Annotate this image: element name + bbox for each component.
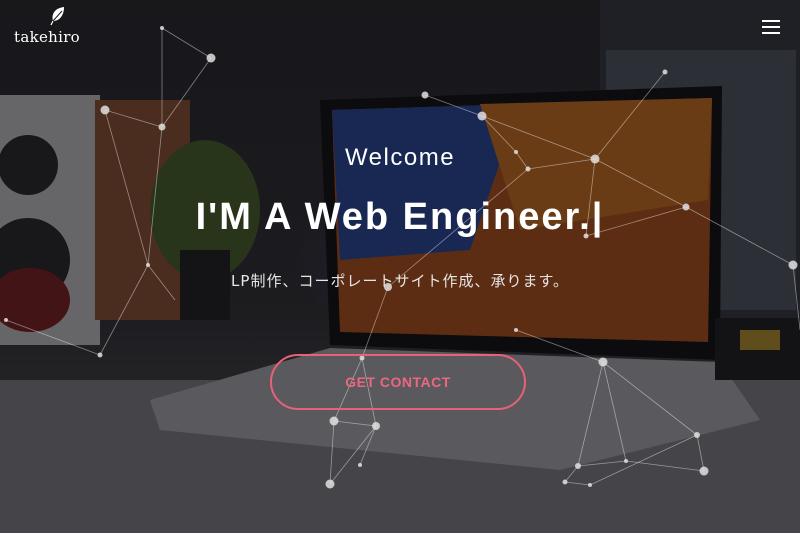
hero-headline: I'M A Web Engineer.| bbox=[195, 196, 605, 238]
hero-subtitle: LP制作、コーポレートサイト作成、承ります。 bbox=[231, 272, 569, 290]
hero-content: Welcome I'M A Web Engineer.| LP制作、コーポレート… bbox=[0, 0, 800, 533]
get-contact-button[interactable]: GET CONTACT bbox=[270, 354, 526, 410]
welcome-text: Welcome bbox=[344, 144, 456, 171]
hero-section: takehiro Welcome I'M A Web Engineer.| LP… bbox=[0, 0, 800, 533]
get-contact-label: GET CONTACT bbox=[345, 374, 451, 390]
